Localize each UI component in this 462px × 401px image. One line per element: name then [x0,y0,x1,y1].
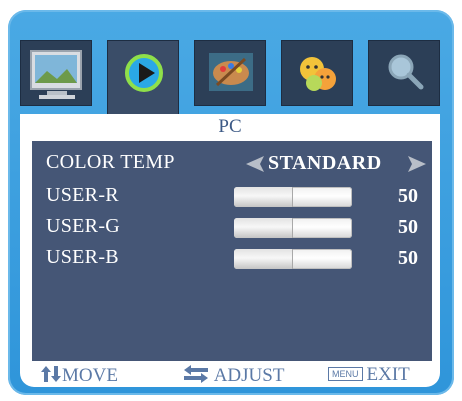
tab-palette[interactable] [194,40,266,106]
settings-content: COLOR TEMP STANDARD USER-R 50 USER-G 50 … [32,141,432,361]
exit-label: EXIT [366,364,410,385]
tab-faces[interactable] [281,40,353,106]
user-b-label: USER-B [46,246,119,268]
move-hint: MOVE [40,364,118,387]
user-g-value: 50 [398,216,418,238]
footer-hints: MOVE ADJUST MENU EXIT [32,364,432,386]
exit-hint: MENU EXIT [328,364,410,386]
tab-play[interactable] [107,40,179,114]
paint-palette-icon [209,53,253,91]
adjust-hint: ADJUST [182,364,284,387]
user-g-slider[interactable] [234,218,352,238]
color-temp-selector[interactable]: STANDARD [244,152,430,176]
menu-key-badge: MENU [328,367,363,381]
magnifier-icon [388,54,424,90]
color-temp-value: STANDARD [268,152,382,174]
slider-fill [234,249,293,269]
move-label: MOVE [62,365,118,386]
user-r-label: USER-R [46,184,119,206]
color-temp-label: COLOR TEMP [46,151,175,173]
adjust-label: ADJUST [213,365,285,386]
slider-fill [234,187,293,207]
user-r-slider[interactable] [234,187,352,207]
up-down-arrows-icon [41,366,61,382]
tab-picture[interactable] [20,40,92,106]
faces-icon [300,57,336,91]
tab-search[interactable] [368,40,440,106]
slider-fill [234,218,293,238]
user-b-value: 50 [398,247,418,269]
monitor-landscape-icon [30,50,82,99]
user-b-slider[interactable] [234,249,352,269]
tab-bar [20,40,440,114]
settings-panel: PC COLOR TEMP STANDARD USER-R 50 USER-G … [20,114,440,387]
arrow-left-icon[interactable] [244,154,266,174]
user-g-label: USER-G [46,215,121,237]
arrow-right-icon[interactable] [406,154,428,174]
page-title: PC [218,116,242,137]
user-r-value: 50 [398,185,418,207]
left-right-arrows-icon [184,365,208,383]
play-icon [125,54,163,92]
